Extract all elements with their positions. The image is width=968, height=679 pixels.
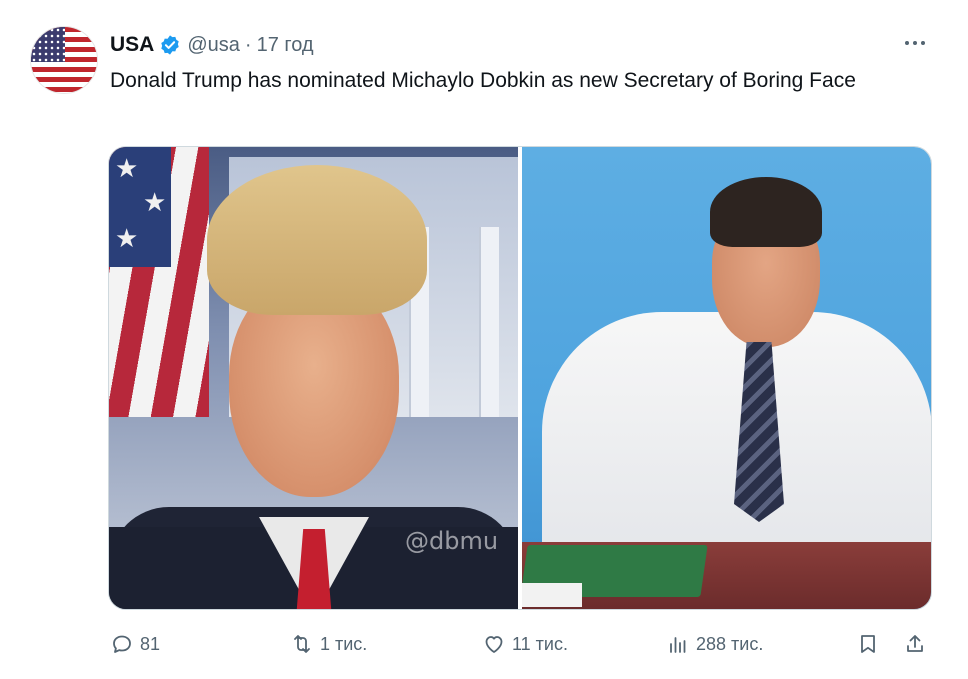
share-icon: [907, 635, 923, 652]
us-flag-canton: ★ ★ ★: [109, 147, 171, 267]
views-count: 288 тис.: [696, 633, 764, 654]
like-icon: [485, 636, 503, 653]
white-shirt: [542, 312, 931, 562]
tweet-text: Donald Trump has nominated Michaylo Dobk…: [110, 69, 856, 92]
bookmark-button[interactable]: [856, 624, 880, 664]
watermark: @dbmu: [405, 527, 499, 555]
bookmark-icon: [861, 635, 875, 653]
separator-dot: ·: [244, 33, 252, 56]
verified-badge-icon: [159, 34, 181, 56]
like-button[interactable]: 11 тис.: [482, 624, 568, 664]
flag-canton: [31, 27, 65, 62]
avatar[interactable]: [30, 26, 98, 94]
like-count: 11 тис.: [512, 633, 568, 654]
timestamp[interactable]: 17 год: [257, 34, 314, 57]
tweet-header: USA @usa · 17 год: [110, 31, 314, 59]
paper-sheet: [522, 583, 582, 607]
retweet-icon: [294, 635, 310, 653]
author-name[interactable]: USA: [110, 33, 154, 57]
portrait-hair: [710, 177, 822, 247]
reply-icon: [113, 635, 131, 653]
retweet-count: 1 тис.: [320, 633, 368, 654]
media-image-left[interactable]: ★ ★ ★ @dbmu: [109, 147, 518, 609]
reply-count: 81: [140, 633, 161, 654]
media-image-right[interactable]: [522, 147, 931, 609]
tweet-media[interactable]: ★ ★ ★ @dbmu: [108, 146, 932, 610]
portrait-hair: [207, 165, 427, 315]
more-icon[interactable]: [900, 32, 930, 54]
views-icon: [670, 637, 686, 653]
tweet[interactable]: USA @usa · 17 год Donald Trump has nomin…: [0, 0, 968, 679]
retweet-button[interactable]: 1 тис.: [290, 624, 367, 664]
share-button[interactable]: [903, 624, 927, 664]
author-handle[interactable]: @usa: [187, 34, 240, 57]
views-button[interactable]: 288 тис.: [666, 624, 763, 664]
action-bar: 81 1 тис. 11 тис. 288 тис.: [0, 624, 968, 664]
reply-button[interactable]: 81: [110, 624, 160, 664]
